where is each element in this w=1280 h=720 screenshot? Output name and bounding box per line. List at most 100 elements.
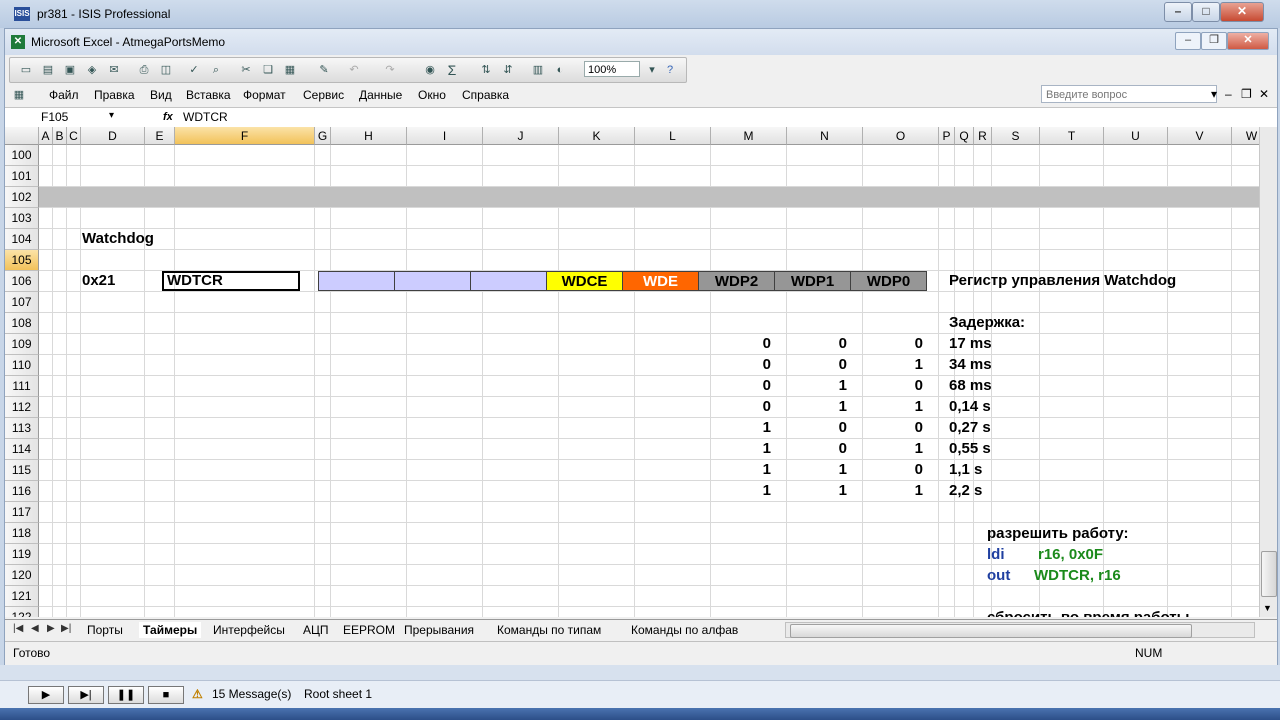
email-icon[interactable]: ✉ <box>106 62 122 78</box>
column-header-i[interactable]: I <box>407 127 483 145</box>
row-header-122[interactable]: 122 <box>5 607 39 617</box>
menu-format[interactable]: Формат <box>243 88 286 102</box>
doc-minimize-button[interactable]: – <box>1225 87 1232 101</box>
ldi-op-cell[interactable]: ldi <box>987 545 1005 565</box>
wdp2-value-cell[interactable]: 1 <box>699 460 771 480</box>
outer-minimize-button[interactable]: – <box>1164 2 1192 22</box>
prev-sheet-icon[interactable]: ◀ <box>31 623 39 634</box>
row-header-107[interactable]: 107 <box>5 292 39 313</box>
column-header-t[interactable]: T <box>1040 127 1104 145</box>
format-painter-icon[interactable]: ✎ <box>316 62 332 78</box>
tab-commands-by-alpha[interactable]: Команды по алфав <box>631 622 738 638</box>
research-icon[interactable]: ⌕ <box>208 62 224 78</box>
row-header-101[interactable]: 101 <box>5 166 39 187</box>
wdp0-value-cell[interactable]: 1 <box>851 481 923 501</box>
print-icon[interactable]: ⎙ <box>136 62 152 78</box>
column-header-h[interactable]: H <box>331 127 407 145</box>
horizontal-scrollbar[interactable] <box>785 622 1255 638</box>
wdp1-value-cell[interactable]: 0 <box>775 355 847 375</box>
column-header-v[interactable]: V <box>1168 127 1232 145</box>
undo-icon[interactable]: ↶ <box>346 62 362 78</box>
chart-wizard-icon[interactable]: ▥ <box>530 62 546 78</box>
sort-ascending-icon[interactable]: ⇅ <box>478 62 494 78</box>
out-op-cell[interactable]: out <box>987 566 1010 586</box>
column-header-j[interactable]: J <box>483 127 559 145</box>
vertical-scroll-thumb[interactable] <box>1261 551 1277 597</box>
row-header-113[interactable]: 113 <box>5 418 39 439</box>
tab-adc[interactable]: АЦП <box>303 622 329 638</box>
wdp0-value-cell[interactable]: 1 <box>851 355 923 375</box>
delay-value-cell[interactable]: 34 ms <box>949 355 992 375</box>
wdp1-value-cell[interactable]: 1 <box>775 397 847 417</box>
permission-icon[interactable]: ◈ <box>84 62 100 78</box>
fx-icon[interactable]: fx <box>163 109 173 125</box>
row-header-119[interactable]: 119 <box>5 544 39 565</box>
row-header-120[interactable]: 120 <box>5 565 39 586</box>
column-header-n[interactable]: N <box>787 127 863 145</box>
address-cell[interactable]: 0x21 <box>82 271 115 291</box>
wdp2-value-cell[interactable]: 1 <box>699 481 771 501</box>
column-header-p[interactable]: P <box>939 127 955 145</box>
delay-value-cell[interactable]: 0,27 s <box>949 418 991 438</box>
register-description-cell[interactable]: Регистр управления Watchdog <box>949 271 1176 291</box>
menu-help[interactable]: Справка <box>462 88 509 102</box>
column-header-o[interactable]: O <box>863 127 939 145</box>
wdp0-value-cell[interactable]: 1 <box>851 397 923 417</box>
row-header-108[interactable]: 108 <box>5 313 39 334</box>
doc-close-button[interactable]: ✕ <box>1259 87 1269 101</box>
autosum-icon[interactable]: Σ <box>444 62 460 78</box>
question-dropdown-icon[interactable]: ▾ <box>1211 87 1217 101</box>
tab-timers[interactable]: Таймеры <box>139 622 202 638</box>
bit-wdp1-cell[interactable]: WDP1 <box>774 271 851 291</box>
new-icon[interactable]: ▭ <box>18 62 34 78</box>
bit-wde-cell[interactable]: WDE <box>622 271 699 291</box>
delay-value-cell[interactable]: 1,1 s <box>949 460 982 480</box>
select-all-corner[interactable] <box>5 127 39 145</box>
row-header-104[interactable]: 104 <box>5 229 39 250</box>
column-header-g[interactable]: G <box>315 127 331 145</box>
last-sheet-icon[interactable]: ▶| <box>61 623 71 634</box>
column-header-c[interactable]: C <box>67 127 81 145</box>
wdp0-value-cell[interactable]: 1 <box>851 439 923 459</box>
zoom-dropdown-icon[interactable]: ▾ <box>644 62 660 78</box>
row-header-116[interactable]: 116 <box>5 481 39 502</box>
wdp0-value-cell[interactable]: 0 <box>851 418 923 438</box>
cut-icon[interactable]: ✂ <box>238 62 254 78</box>
pause-button[interactable]: ❚❚ <box>108 686 144 704</box>
bit-5-cell[interactable] <box>470 271 547 291</box>
row-header-114[interactable]: 114 <box>5 439 39 460</box>
paste-icon[interactable]: ▦ <box>282 62 298 78</box>
worksheet-grid[interactable]: ABCDEFGHIJKLMNOPQRSTUVW 100 101 102 103 104 1… <box>5 127 1259 617</box>
delay-value-cell[interactable]: 0,14 s <box>949 397 991 417</box>
wdp1-value-cell[interactable]: 0 <box>775 418 847 438</box>
excel-close-button[interactable]: ✕ <box>1227 32 1269 50</box>
column-header-e[interactable]: E <box>145 127 175 145</box>
tab-interrupts[interactable]: Прерывания <box>404 622 474 638</box>
register-name-cell[interactable]: WDTCR <box>162 271 300 291</box>
watchdog-title-cell[interactable]: Watchdog <box>82 229 154 249</box>
row-header-115[interactable]: 115 <box>5 460 39 481</box>
column-header-d[interactable]: D <box>81 127 145 145</box>
wdp2-value-cell[interactable]: 0 <box>699 397 771 417</box>
column-header-r[interactable]: R <box>974 127 992 145</box>
wdp1-value-cell[interactable]: 0 <box>775 439 847 459</box>
row-header-112[interactable]: 112 <box>5 397 39 418</box>
wdp2-value-cell[interactable]: 1 <box>699 418 771 438</box>
bit-7-cell[interactable] <box>318 271 395 291</box>
formula-input[interactable]: WDTCR <box>183 109 228 125</box>
wdp2-value-cell[interactable]: 0 <box>699 334 771 354</box>
menu-view[interactable]: Вид <box>150 88 172 102</box>
wdp2-value-cell[interactable]: 1 <box>699 439 771 459</box>
row-header-121[interactable]: 121 <box>5 586 39 607</box>
scroll-down-icon[interactable]: ▼ <box>1263 603 1272 613</box>
first-sheet-icon[interactable]: |◀ <box>13 623 23 634</box>
column-header-l[interactable]: L <box>635 127 711 145</box>
excel-restore-button[interactable]: ❐ <box>1201 32 1227 50</box>
wdp2-value-cell[interactable]: 0 <box>699 355 771 375</box>
row-header-110[interactable]: 110 <box>5 355 39 376</box>
row-header-117[interactable]: 117 <box>5 502 39 523</box>
stop-button[interactable]: ■ <box>148 686 184 704</box>
outer-maximize-button[interactable]: □ <box>1192 2 1220 22</box>
wdp0-value-cell[interactable]: 0 <box>851 334 923 354</box>
out-args-cell[interactable]: WDTCR, r16 <box>1034 566 1121 586</box>
